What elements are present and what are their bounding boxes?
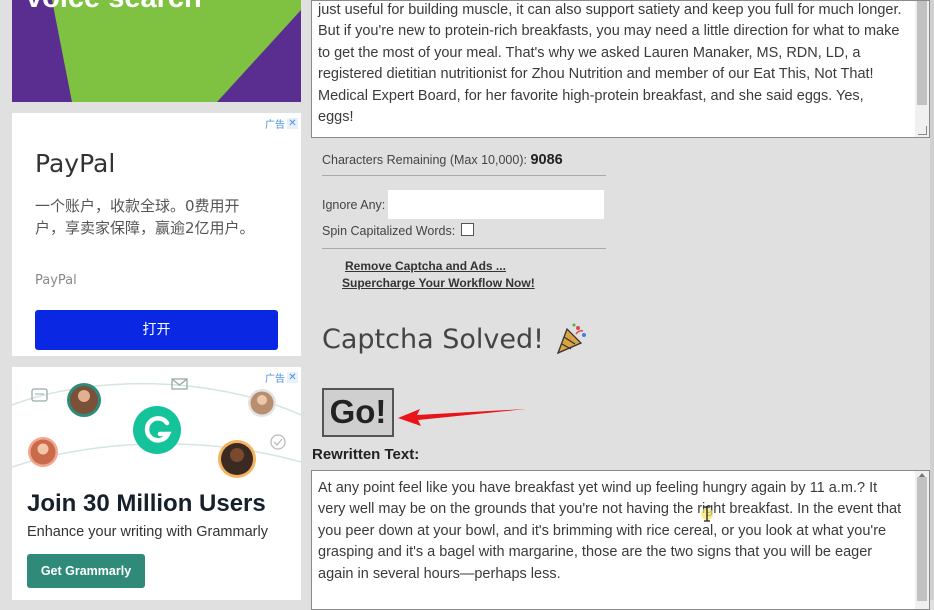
ad-choices-tag[interactable]: 广告 ✕ [265,116,298,131]
avatar [28,437,58,467]
spin-capitalized-checkbox[interactable] [460,223,474,236]
original-text[interactable]: just useful for building muscle, it can … [312,1,929,128]
ad-label: 广告 [265,120,285,131]
annotation-arrow [398,409,526,426]
ad-title: PayPal [35,149,116,178]
close-icon[interactable]: ✕ [287,118,298,129]
supercharge-link[interactable]: Supercharge Your Workflow Now! [342,275,535,292]
captcha-status-text: Captcha Solved! [322,323,544,355]
remove-captcha-link[interactable]: Remove Captcha and Ads ... [345,258,535,275]
rewritten-text-label: Rewritten Text: [312,446,420,463]
ad-graphic [52,0,301,102]
ad-brand: PayPal [35,273,77,288]
ad-subtitle: Enhance your writing with Grammarly [27,524,268,540]
upsell-links: Remove Captcha and Ads ... Supercharge Y… [342,258,535,292]
paypal-ad[interactable]: 广告 ✕ PayPal 一个账户，收款全球。0费用开户，享卖家保障，赢逾2亿用户… [12,113,301,356]
ad-description: 一个账户，收款全球。0费用开户，享卖家保障，赢逾2亿用户。 [35,197,255,237]
spin-capitalized-row: Spin Capitalized Words: [322,223,606,249]
text-cursor-icon [701,506,713,522]
ad-headline: voice search [26,0,202,15]
grammarly-illustration [12,378,301,478]
grammarly-ad[interactable]: 广告 ✕ Join 30 Million Users Enhance your … [12,367,301,600]
rewritten-text[interactable]: At any point feel like you have breakfas… [312,471,929,585]
go-button[interactable]: Go! [322,388,394,437]
ad-title: Join 30 Million Users [27,490,266,517]
avatar [67,383,101,417]
check-circle-icon [270,434,286,450]
voice-search-ad[interactable]: voice search [12,0,301,102]
rewritten-text-area[interactable]: At any point feel like you have breakfas… [311,470,930,610]
spin-capitalized-label: Spin Capitalized Words: [322,224,456,238]
characters-remaining-count: 9086 [530,152,563,168]
get-grammarly-button[interactable]: Get Grammarly [27,554,145,588]
ignore-any-input[interactable] [388,190,605,219]
grammarly-logo-icon [133,406,181,454]
original-text-area[interactable]: just useful for building muscle, it can … [311,0,930,138]
scrollbar[interactable] [915,1,929,137]
party-popper-icon [556,323,586,355]
avatar [248,389,276,417]
ignore-any-label: Ignore Any: [322,197,386,212]
scrollbar-thumb[interactable] [917,1,927,105]
characters-remaining-label: Characters Remaining (Max 10,000): [322,153,527,167]
resize-handle[interactable] [918,126,927,135]
page-edge [930,0,934,600]
open-button[interactable]: 打开 [35,310,278,350]
avatar [218,440,256,478]
captcha-status: Captcha Solved! [322,322,588,356]
characters-remaining: Characters Remaining (Max 10,000): 9086 [322,152,606,176]
ignore-any-row: Ignore Any: [322,190,605,219]
scrollbar-thumb[interactable] [917,477,927,601]
scrollbar[interactable] [915,471,929,609]
